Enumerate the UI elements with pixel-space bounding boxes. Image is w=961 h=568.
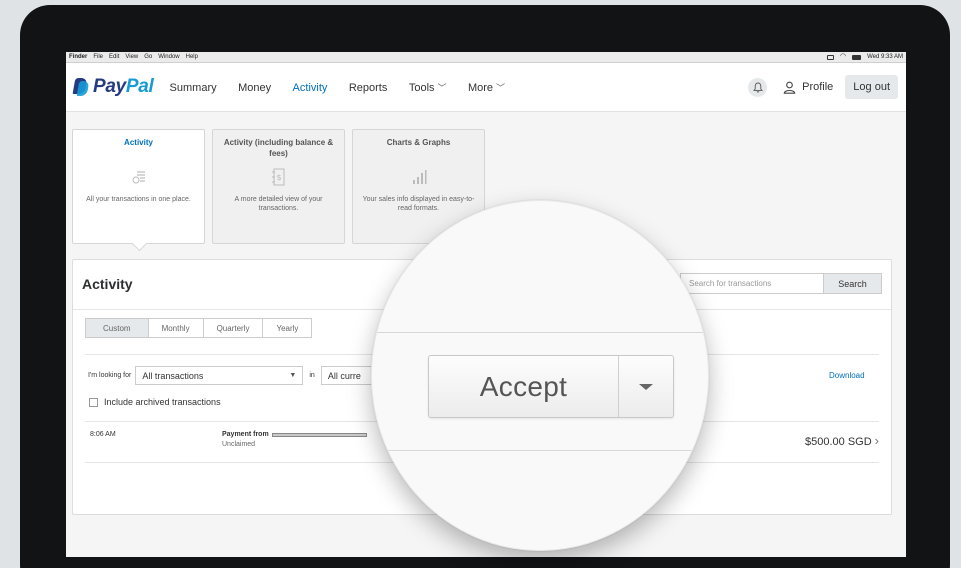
download-link[interactable]: Download	[829, 371, 865, 380]
divider	[372, 450, 708, 451]
in-label: in	[309, 372, 315, 379]
paypal-logo[interactable]: PayPal	[72, 76, 154, 98]
bell-icon	[752, 82, 763, 92]
transaction-type-select[interactable]: All transactions ▼	[135, 366, 304, 385]
caret-down-icon: ▼	[289, 372, 297, 379]
profile-link[interactable]: Profile	[783, 81, 833, 94]
chevron-right-icon: ›	[874, 433, 879, 448]
menu-finder[interactable]: Finder	[69, 54, 87, 60]
divider	[372, 332, 708, 333]
checkbox[interactable]	[89, 397, 98, 407]
menu-view[interactable]: View	[125, 54, 138, 60]
nav-reports[interactable]: Reports	[349, 82, 388, 94]
redacted-name	[271, 432, 367, 437]
airplay-icon[interactable]	[826, 54, 834, 60]
magnifier-callout: Accept	[371, 200, 709, 551]
transaction-amount[interactable]: $500.00 SGD ›	[805, 433, 879, 448]
transaction-status: Unclaimed	[222, 441, 256, 448]
checkbox-label: Include archived transactions	[104, 397, 221, 407]
mac-menubar: Finder File Edit View Go Window Help ◠ W…	[66, 52, 906, 63]
menu-window[interactable]: Window	[158, 54, 179, 60]
tab-yearly[interactable]: Yearly	[263, 318, 313, 338]
menu-edit[interactable]: Edit	[109, 54, 119, 60]
bar-chart-icon	[412, 170, 426, 184]
filter-row: I'm looking for All transactions ▼ in Al…	[88, 366, 381, 385]
card-title: Activity (including balance & fees)	[223, 138, 334, 158]
card-title: Activity	[124, 138, 153, 147]
card-activity-balance-fees[interactable]: Activity (including balance & fees) $ A …	[212, 129, 345, 244]
nav-tools[interactable]: Tools ﹀	[409, 82, 447, 94]
nav-activity[interactable]: Activity	[293, 82, 328, 94]
card-activity[interactable]: Activity All your transactions in one pl…	[72, 129, 205, 244]
paypal-wordmark: PayPal	[93, 76, 154, 97]
main-nav: Summary Money Activity Reports Tools ﹀ Mo…	[170, 78, 523, 96]
search-group: ▼ Search	[667, 273, 882, 294]
chevron-down-icon: ﹀	[437, 83, 447, 93]
search-button[interactable]: Search	[823, 273, 882, 294]
user-icon	[783, 81, 796, 94]
filter-label: I'm looking for	[88, 372, 132, 379]
card-description: Your sales info displayed in easy-to-rea…	[362, 196, 475, 212]
menubar-clock[interactable]: Wed 9:33 AM	[867, 54, 903, 60]
notifications-button[interactable]	[748, 77, 768, 97]
card-title: Charts & Graphs	[386, 138, 451, 147]
battery-icon[interactable]	[852, 54, 862, 60]
accept-dropdown-toggle[interactable]	[618, 356, 673, 417]
include-archived-checkbox[interactable]: Include archived transactions	[89, 397, 221, 407]
accept-split-button[interactable]: Accept	[428, 355, 674, 418]
caret-down-icon	[639, 383, 653, 390]
wifi-icon[interactable]: ◠	[840, 53, 846, 60]
card-description: All your transactions in one place.	[86, 196, 191, 203]
profile-label: Profile	[802, 81, 834, 93]
paypal-p-icon	[72, 78, 90, 96]
menu-help[interactable]: Help	[186, 54, 198, 60]
ledger-icon: $	[271, 168, 284, 186]
tab-custom[interactable]: Custom	[85, 318, 149, 338]
nav-money[interactable]: Money	[238, 82, 271, 94]
page-title: Activity	[82, 276, 133, 292]
logout-button[interactable]: Log out	[845, 75, 898, 99]
nav-more[interactable]: More ﹀	[468, 82, 505, 94]
chevron-down-icon: ﹀	[496, 83, 506, 93]
activity-type-cards: Activity All your transactions in one pl…	[72, 129, 485, 244]
transaction-time: 8:06 AM	[90, 431, 116, 438]
menu-file[interactable]: File	[93, 54, 103, 60]
svg-text:$: $	[276, 173, 281, 182]
search-input[interactable]	[680, 273, 823, 294]
period-tabs: Custom Monthly Quarterly Yearly	[85, 318, 313, 338]
tab-monthly[interactable]: Monthly	[148, 318, 204, 338]
card-description: A more detailed view of your transaction…	[234, 196, 323, 212]
menu-go[interactable]: Go	[144, 54, 152, 60]
paypal-header: PayPal Summary Money Activity Reports To…	[66, 63, 906, 112]
transaction-counterparty: Payment from	[222, 431, 367, 438]
accept-button[interactable]: Accept	[429, 356, 618, 417]
nav-summary[interactable]: Summary	[170, 82, 217, 94]
tab-quarterly[interactable]: Quarterly	[203, 318, 264, 338]
receipt-icon	[132, 171, 145, 184]
